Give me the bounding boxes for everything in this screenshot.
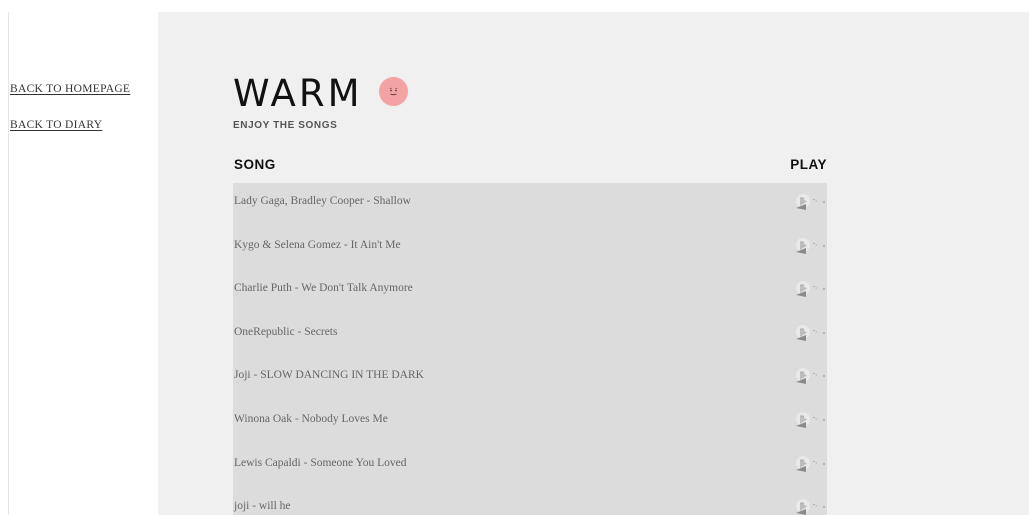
page-subtitle: ENJOY THE SONGS (233, 120, 338, 131)
song-title: Joji - SLOW DANCING IN THE DARK (234, 369, 424, 382)
song-title: joji - will he (234, 500, 291, 513)
song-table: Lady Gaga, Bradley Cooper - Shallow Kygo … (233, 183, 827, 515)
song-column-header: SONG (234, 157, 276, 172)
play-icon[interactable] (793, 278, 827, 300)
play-icon[interactable] (793, 365, 827, 387)
song-title: Charlie Puth - We Don't Talk Anymore (234, 282, 413, 295)
song-title: Lady Gaga, Bradley Cooper - Shallow (234, 195, 411, 207)
back-to-diary-link[interactable]: BACK TO DIARY (10, 118, 155, 133)
sidebar-nav: BACK TO HOMEPAGE BACK TO DIARY (10, 82, 155, 154)
back-to-homepage-link[interactable]: BACK TO HOMEPAGE (10, 82, 155, 97)
song-row: Joji - SLOW DANCING IN THE DARK (233, 357, 827, 401)
title-row: WARM (233, 72, 408, 116)
song-row: Winona Oak - Nobody Loves Me (233, 401, 827, 445)
song-title: Winona Oak - Nobody Loves Me (234, 412, 388, 425)
page: BACK TO HOMEPAGE BACK TO DIARY WARM ENJO… (0, 0, 1029, 515)
page-title: WARM (233, 72, 363, 115)
song-title: Kygo & Selena Gomez - It Ain't Me (234, 238, 401, 251)
play-icon[interactable] (793, 496, 827, 515)
mood-face-icon (378, 76, 408, 106)
song-row: Kygo & Selena Gomez - It Ain't Me (233, 227, 827, 271)
song-row: Lady Gaga, Bradley Cooper - Shallow (233, 183, 827, 227)
play-icon[interactable] (793, 322, 827, 344)
play-icon[interactable] (793, 235, 827, 257)
left-divider (8, 12, 9, 515)
main-panel: WARM ENJOY THE SONGS SONG PLAY Lady Gaga… (158, 12, 1029, 515)
song-row: joji - will he (233, 488, 827, 515)
song-table-header: SONG PLAY (233, 157, 827, 175)
song-row: OneRepublic - Secrets (233, 314, 827, 358)
song-title: Lewis Capaldi - Someone You Loved (234, 456, 407, 469)
play-icon[interactable] (793, 453, 827, 475)
song-title: OneRepublic - Secrets (234, 325, 338, 338)
song-row: Charlie Puth - We Don't Talk Anymore (233, 270, 827, 314)
play-icon[interactable] (793, 191, 827, 213)
play-column-header: PLAY (790, 157, 827, 172)
song-row: Lewis Capaldi - Someone You Loved (233, 445, 827, 489)
play-icon[interactable] (793, 409, 827, 431)
